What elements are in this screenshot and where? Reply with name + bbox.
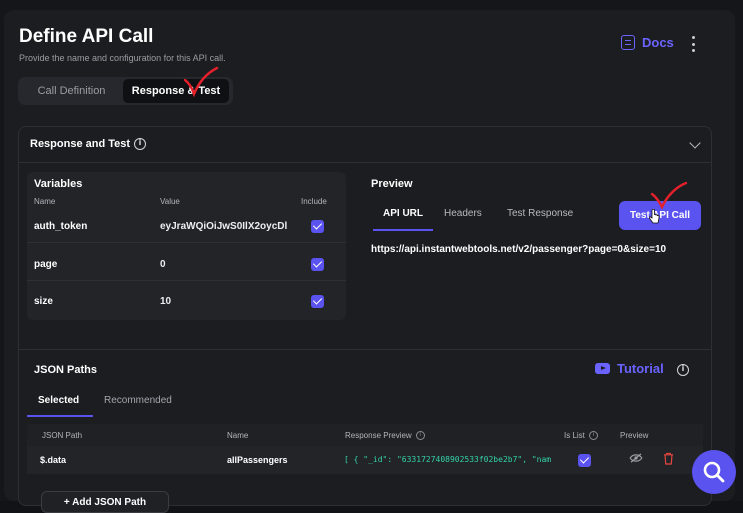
tab-response-test[interactable]: Response & Test xyxy=(123,79,229,103)
tab-test-response[interactable]: Test Response xyxy=(507,208,573,219)
active-tab-indicator xyxy=(373,229,433,231)
trash-icon[interactable] xyxy=(663,452,674,465)
add-json-path-button[interactable]: + Add JSON Path xyxy=(41,491,169,513)
preview-title: Preview xyxy=(371,178,413,190)
json-path-cell: $.data xyxy=(40,455,67,465)
tab-recommended[interactable]: Recommended xyxy=(104,395,172,406)
variable-name: page xyxy=(34,259,58,270)
col-header-name: Name xyxy=(227,431,249,440)
card-header[interactable]: Response and Test xyxy=(19,127,711,163)
docs-button[interactable]: Docs xyxy=(621,35,674,50)
variable-value-input[interactable]: eyJraWQiOiJwS0IlX2oycDl xyxy=(160,221,290,232)
is-list-checkbox[interactable] xyxy=(578,454,591,467)
tab-call-definition[interactable]: Call Definition xyxy=(20,79,123,103)
section-divider xyxy=(19,349,711,350)
col-header-is-list: Is List xyxy=(564,431,598,440)
info-icon[interactable] xyxy=(134,138,146,150)
col-header-name: Name xyxy=(34,197,56,206)
col-header-json-path: JSON Path xyxy=(42,431,83,440)
test-api-call-button[interactable]: Test API Call xyxy=(619,201,701,230)
chevron-down-icon[interactable] xyxy=(689,137,701,149)
page-title: Define API Call xyxy=(19,26,154,47)
variable-name: size xyxy=(34,296,53,307)
info-icon[interactable] xyxy=(677,364,689,376)
card-title: Response and Test xyxy=(30,138,131,150)
info-icon[interactable] xyxy=(415,431,425,440)
api-url-text: https://api.instantwebtools.net/v2/passe… xyxy=(371,244,667,255)
col-header-value: Value xyxy=(160,197,180,206)
search-fab-button[interactable] xyxy=(692,450,736,494)
tutorial-label: Tutorial xyxy=(617,361,664,376)
include-checkbox[interactable] xyxy=(311,220,324,233)
response-preview-cell: [ { "_id": "6331727408902533f02be2b7", "… xyxy=(344,455,552,464)
app-window: Define API Call Provide the name and con… xyxy=(0,0,743,513)
tutorial-button[interactable]: Tutorial xyxy=(595,361,664,376)
tab-headers[interactable]: Headers xyxy=(444,208,482,219)
more-options-icon[interactable] xyxy=(690,36,696,52)
docs-icon xyxy=(621,35,635,50)
info-icon[interactable] xyxy=(588,431,598,440)
col-header-response-preview: Response Preview xyxy=(345,431,425,440)
variables-panel: Variables Name Value Include auth_token … xyxy=(27,172,346,320)
variable-value-input[interactable]: 0 xyxy=(160,259,290,270)
variable-name: auth_token xyxy=(34,221,88,232)
row-divider xyxy=(27,242,346,243)
search-icon xyxy=(703,461,725,483)
youtube-play-icon xyxy=(595,363,610,374)
col-header-preview: Preview xyxy=(620,431,649,440)
col-header-include: Include xyxy=(301,197,327,206)
page-subtitle: Provide the name and configuration for t… xyxy=(19,53,226,63)
include-checkbox[interactable] xyxy=(311,258,324,271)
tab-selected[interactable]: Selected xyxy=(38,395,79,406)
row-divider xyxy=(27,280,346,281)
tab-api-url[interactable]: API URL xyxy=(383,208,423,219)
json-name-cell[interactable]: allPassengers xyxy=(227,455,288,465)
eye-off-icon[interactable] xyxy=(629,453,643,463)
docs-label: Docs xyxy=(642,35,674,50)
include-checkbox[interactable] xyxy=(311,295,324,308)
variables-title: Variables xyxy=(34,178,83,190)
variable-value-input[interactable]: 10 xyxy=(160,296,290,307)
json-paths-title: JSON Paths xyxy=(34,364,97,376)
mode-switch: Call Definition Response & Test xyxy=(18,77,233,105)
response-test-card: Response and Test Variables Name Value I… xyxy=(18,126,712,513)
active-tab-indicator xyxy=(27,415,93,417)
